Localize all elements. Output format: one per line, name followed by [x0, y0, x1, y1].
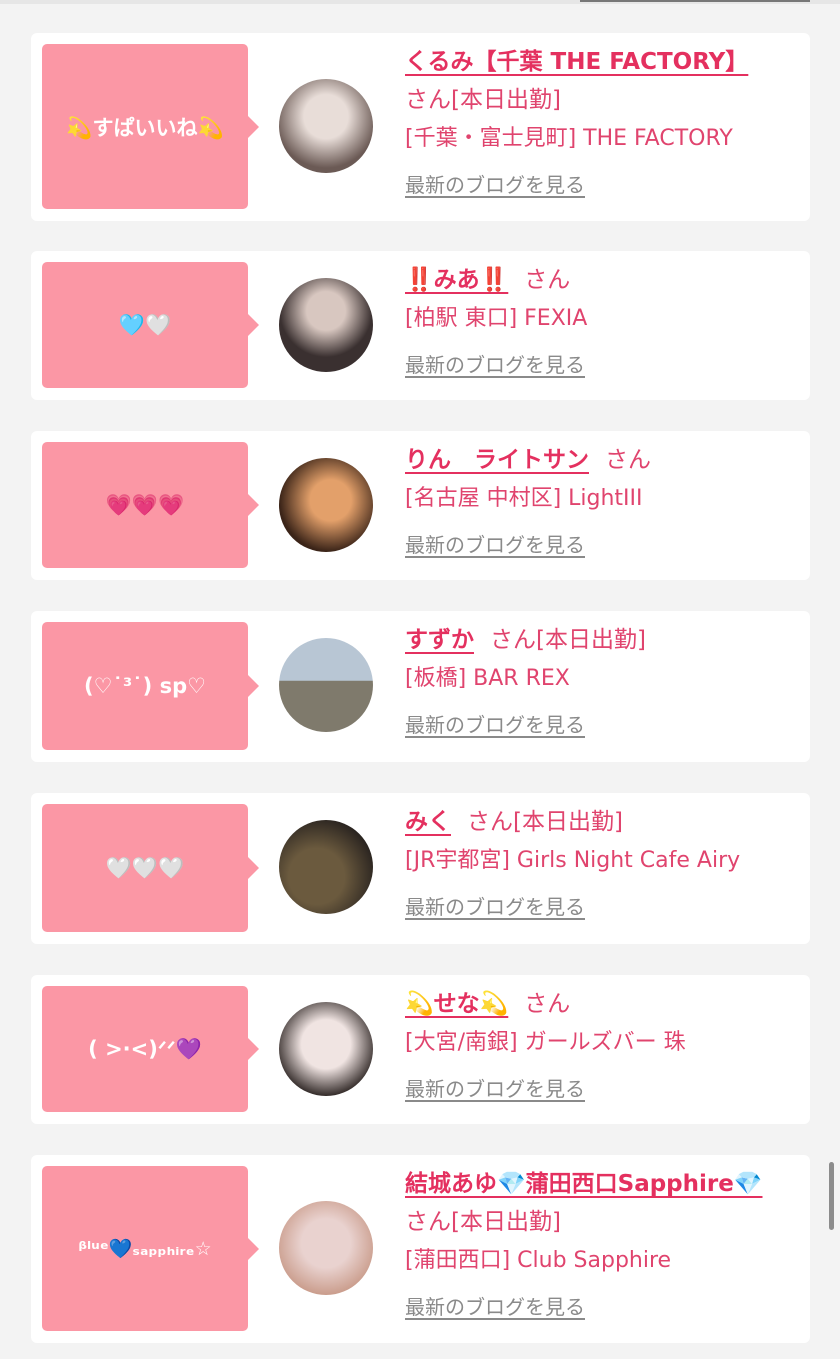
cast-info: くるみ【千葉 THE FACTORY】 さん[本日出勤] [千葉・富士見町] T… — [405, 43, 805, 203]
status-label: [本日出勤] — [451, 1209, 561, 1235]
cast-avatar[interactable] — [279, 820, 373, 914]
san-status: さん — [524, 991, 570, 1017]
latest-blog-link[interactable]: 最新のブログを見る — [405, 527, 585, 563]
shop-label: [名古屋 中村区] LightIII — [405, 486, 643, 511]
bubble-text: 🩵🤍 — [118, 312, 172, 337]
cast-card: 🩵🤍 ‼️みあ‼️ さん [柏駅 東口] FEXIA 最新のブログを見る — [31, 251, 810, 400]
shop-label: [柏駅 東口] FEXIA — [405, 306, 588, 331]
bubble-text: (♡˙³˙) sp♡ — [84, 674, 206, 698]
cast-card: 💫すぱいいね💫 くるみ【千葉 THE FACTORY】 さん[本日出勤] [千葉… — [31, 33, 810, 221]
vertical-scrollbar[interactable] — [829, 1162, 834, 1230]
message-bubble: ( >·<)ᐟᐟ💜 — [42, 986, 259, 1112]
san-status: さん[本日出勤] — [405, 1203, 805, 1241]
san-label: さん — [405, 1209, 451, 1235]
message-bubble: (♡˙³˙) sp♡ — [42, 622, 259, 750]
bubble-text: ( >·<)ᐟᐟ💜 — [88, 1036, 202, 1061]
name-line: すずか さん[本日出勤] — [405, 621, 805, 659]
latest-blog-link[interactable]: 最新のブログを見る — [405, 167, 585, 203]
name-line: ‼️みあ‼️ さん — [405, 261, 805, 299]
latest-blog-link[interactable]: 最新のブログを見る — [405, 347, 585, 383]
cast-avatar[interactable] — [279, 79, 373, 173]
bubble-text: 💗💗💗 — [105, 492, 185, 517]
san-status: さん — [524, 267, 570, 293]
status-label: [本日出勤] — [451, 87, 561, 113]
name-line: 結城あゆ💎蒲田西口Sapphire💎 さん[本日出勤] — [405, 1165, 805, 1241]
name-line: みく さん[本日出勤] — [405, 803, 805, 841]
san-label: さん — [467, 809, 513, 835]
status-label: [本日出勤] — [536, 627, 646, 653]
cast-name-link[interactable]: みく — [405, 809, 451, 835]
cast-card: ( >·<)ᐟᐟ💜 💫せな💫 さん [大宮/南銀] ガールズバー 珠 最新のブログ… — [31, 975, 810, 1124]
latest-blog-link[interactable]: 最新のブログを見る — [405, 707, 585, 743]
cast-info: りん ライトサン さん [名古屋 中村区] LightIII 最新のブログを見る — [405, 441, 805, 563]
name-line: 💫せな💫 さん — [405, 985, 805, 1023]
bubble-text: 🤍🤍🤍 — [105, 855, 185, 880]
cast-info: すずか さん[本日出勤] [板橋] BAR REX 最新のブログを見る — [405, 621, 805, 743]
cast-avatar[interactable] — [279, 638, 373, 732]
cast-name-link[interactable]: ‼️みあ‼️ — [405, 267, 508, 293]
name-line: りん ライトサン さん — [405, 441, 805, 479]
cast-name-link[interactable]: りん ライトサン — [405, 447, 589, 473]
latest-blog-link[interactable]: 最新のブログを見る — [405, 1071, 585, 1107]
cast-avatar[interactable] — [279, 1002, 373, 1096]
san-label: さん — [405, 87, 451, 113]
shop-label: [JR宇都宮] Girls Night Cafe Airy — [405, 848, 741, 873]
bubble-text: 💫すぱいいね💫 — [66, 115, 224, 140]
shop-label: [千葉・富士見町] THE FACTORY — [405, 126, 733, 151]
cast-info: 💫せな💫 さん [大宮/南銀] ガールズバー 珠 最新のブログを見る — [405, 985, 805, 1107]
cast-avatar[interactable] — [279, 278, 373, 372]
cast-blog-list: 💫すぱいいね💫 くるみ【千葉 THE FACTORY】 さん[本日出勤] [千葉… — [31, 33, 810, 1343]
san-status: さん[本日出勤] — [467, 809, 623, 835]
message-bubble: 🤍🤍🤍 — [42, 804, 259, 932]
shop-label: [大宮/南銀] ガールズバー 珠 — [405, 1030, 686, 1055]
san-label: さん — [524, 991, 571, 1017]
message-bubble: ᵝˡᵘᵉ💙ₛₐₚₚₕᵢᵣₑ☆ — [42, 1166, 259, 1331]
san-label: さん — [490, 627, 536, 653]
cast-name-link[interactable]: すずか — [405, 627, 474, 653]
cast-card: ᵝˡᵘᵉ💙ₛₐₚₚₕᵢᵣₑ☆ 結城あゆ💎蒲田西口Sapphire💎 さん[本日出… — [31, 1155, 810, 1343]
san-status: さん[本日出勤] — [490, 627, 646, 653]
latest-blog-link[interactable]: 最新のブログを見る — [405, 1289, 585, 1325]
cast-info: 結城あゆ💎蒲田西口Sapphire💎 さん[本日出勤] [蒲田西口] Club … — [405, 1165, 805, 1325]
shop-label: [蒲田西口] Club Sapphire — [405, 1248, 672, 1273]
latest-blog-link[interactable]: 最新のブログを見る — [405, 889, 585, 925]
cast-avatar[interactable] — [279, 1201, 373, 1295]
message-bubble: 💫すぱいいね💫 — [42, 44, 259, 209]
cast-card: (♡˙³˙) sp♡ すずか さん[本日出勤] [板橋] BAR REX 最新のブ… — [31, 611, 810, 762]
cast-card: 💗💗💗 りん ライトサン さん [名古屋 中村区] LightIII 最新のブログ… — [31, 431, 810, 580]
message-bubble: 🩵🤍 — [42, 262, 259, 388]
shop-label: [板橋] BAR REX — [405, 666, 570, 691]
san-label: さん — [605, 447, 651, 473]
cast-info: ‼️みあ‼️ さん [柏駅 東口] FEXIA 最新のブログを見る — [405, 261, 805, 383]
cast-avatar[interactable] — [279, 458, 373, 552]
status-label: [本日出勤] — [513, 809, 623, 835]
cast-name-link[interactable]: くるみ【千葉 THE FACTORY】 — [405, 49, 748, 75]
bubble-text: ᵝˡᵘᵉ💙ₛₐₚₚₕᵢᵣₑ☆ — [78, 1238, 212, 1260]
san-status: さん — [605, 447, 651, 473]
cast-card: 🤍🤍🤍 みく さん[本日出勤] [JR宇都宮] Girls Night Cafe … — [31, 793, 810, 944]
cast-name-link[interactable]: 結城あゆ💎蒲田西口Sapphire💎 — [405, 1171, 763, 1197]
name-line: くるみ【千葉 THE FACTORY】 さん[本日出勤] — [405, 43, 805, 119]
san-label: さん — [524, 267, 571, 293]
cast-info: みく さん[本日出勤] [JR宇都宮] Girls Night Cafe Airy… — [405, 803, 805, 925]
message-bubble: 💗💗💗 — [42, 442, 259, 568]
san-status: さん[本日出勤] — [405, 81, 805, 119]
top-underline — [580, 0, 810, 2]
top-cut-off-area — [0, 0, 840, 8]
cast-name-link[interactable]: 💫せな💫 — [405, 991, 508, 1017]
